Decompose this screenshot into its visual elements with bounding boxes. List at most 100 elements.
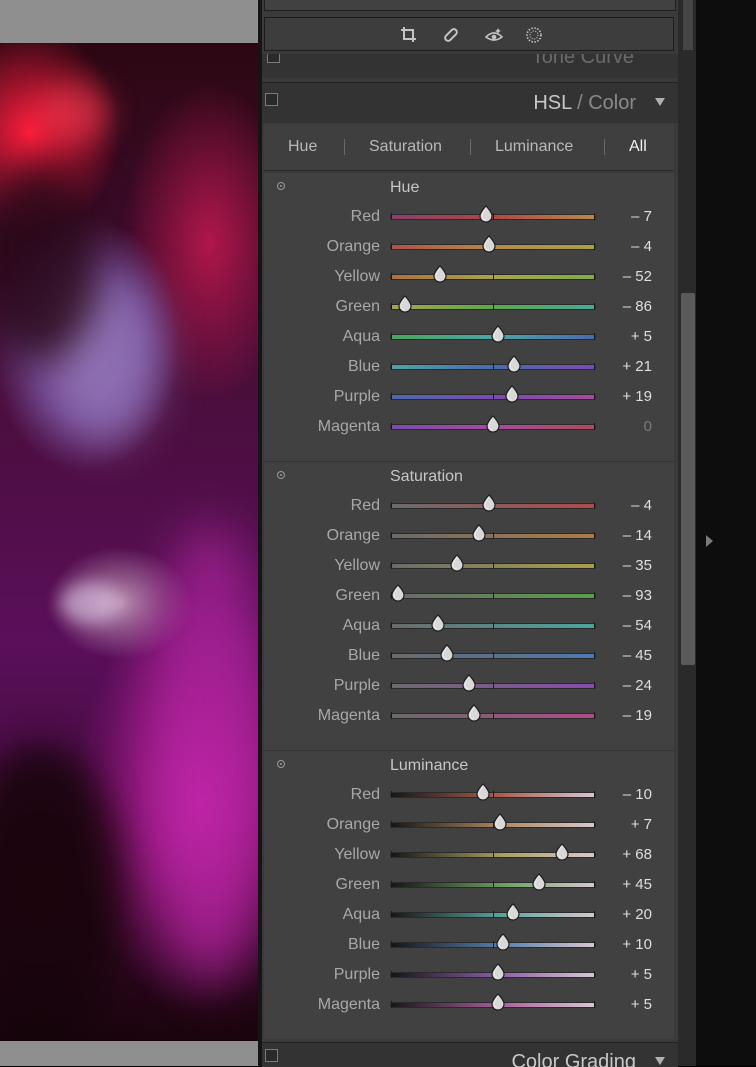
slider-value[interactable]: – 54 (623, 617, 652, 634)
slider-value[interactable]: – 4 (631, 497, 652, 514)
slider-track[interactable] (391, 704, 595, 722)
slider-track[interactable] (391, 963, 595, 981)
tab-luminance[interactable]: Luminance (495, 138, 573, 156)
slider-value[interactable]: – 35 (623, 557, 652, 574)
tab-saturation[interactable]: Saturation (369, 138, 442, 156)
slider-thumb[interactable] (505, 903, 521, 921)
slider-track[interactable] (391, 674, 595, 692)
hsl-tab-title[interactable]: HSL (533, 92, 571, 114)
slider-thumb[interactable] (471, 524, 487, 542)
slider-value[interactable]: – 4 (631, 238, 652, 255)
slider-thumb[interactable] (485, 415, 501, 433)
slider-track[interactable] (391, 355, 595, 373)
slider-thumb[interactable] (397, 295, 413, 313)
hsl-color-header[interactable]: HSL / Color (262, 82, 678, 123)
healing-icon[interactable] (442, 26, 460, 44)
slider-track[interactable] (391, 584, 595, 602)
hsl-tabs: Hue Saturation Luminance All (264, 124, 674, 171)
slider-value[interactable]: – 52 (623, 268, 652, 285)
slider-value[interactable]: – 14 (623, 527, 652, 544)
slider-value[interactable]: + 68 (622, 846, 652, 863)
panel-scrollbar-thumb[interactable] (681, 293, 695, 665)
slider-track[interactable] (391, 554, 595, 572)
photo-preview[interactable] (0, 43, 258, 1041)
slider-track[interactable] (391, 205, 595, 223)
collapse-right-panel-icon[interactable] (706, 535, 713, 547)
slider-thumb[interactable] (430, 614, 446, 632)
slider-thumb[interactable] (475, 783, 491, 801)
slider-thumb[interactable] (531, 873, 547, 891)
slider-track[interactable] (391, 524, 595, 542)
tone-curve-toggle[interactable] (267, 54, 280, 63)
slider-value[interactable]: – 19 (623, 707, 652, 724)
slider-track[interactable] (391, 783, 595, 801)
slider-value[interactable]: 0 (644, 418, 652, 435)
slider-thumb[interactable] (504, 385, 520, 403)
slider-thumb[interactable] (490, 325, 506, 343)
slider-thumb[interactable] (554, 843, 570, 861)
slider-value[interactable]: – 45 (623, 647, 652, 664)
slider-value[interactable]: + 10 (622, 936, 652, 953)
slider-value[interactable]: + 7 (631, 816, 652, 833)
slider-thumb[interactable] (432, 265, 448, 283)
slider-track[interactable] (391, 933, 595, 951)
slider-track[interactable] (391, 235, 595, 253)
slider-track[interactable] (391, 903, 595, 921)
color-grading-header[interactable]: Color Grading (262, 1042, 678, 1067)
slider-value[interactable]: – 24 (623, 677, 652, 694)
slider-thumb[interactable] (481, 494, 497, 512)
slider-track[interactable] (391, 993, 595, 1011)
color-tab-title[interactable]: Color (588, 92, 636, 114)
slider-track[interactable] (391, 494, 595, 512)
slider-thumb[interactable] (490, 963, 506, 981)
slider-tick (391, 791, 392, 798)
masking-icon[interactable] (525, 26, 543, 44)
slider-thumb[interactable] (490, 993, 506, 1011)
tone-curve-header[interactable]: Tone Curve (262, 54, 678, 78)
slider-value[interactable]: + 5 (631, 328, 652, 345)
red-eye-icon[interactable] (484, 26, 504, 44)
slider-track[interactable] (391, 265, 595, 283)
slider-row-aqua: Aqua + 5 (264, 322, 674, 352)
slider-thumb[interactable] (461, 674, 477, 692)
slider-thumb[interactable] (449, 554, 465, 572)
hsl-panel-toggle[interactable] (265, 93, 278, 106)
target-adjustment-icon[interactable] (277, 182, 285, 190)
slider-track[interactable] (391, 873, 595, 891)
slider-track[interactable] (391, 295, 595, 313)
slider-value[interactable]: + 5 (631, 996, 652, 1013)
slider-track[interactable] (391, 813, 595, 831)
crop-icon[interactable] (400, 26, 418, 44)
slider-thumb[interactable] (478, 205, 494, 223)
slider-thumb[interactable] (466, 704, 482, 722)
slider-thumb[interactable] (492, 813, 508, 831)
tab-all[interactable]: All (629, 138, 647, 156)
slider-value[interactable]: – 93 (623, 587, 652, 604)
slider-value[interactable]: + 45 (622, 876, 652, 893)
target-adjustment-icon[interactable] (277, 760, 285, 768)
slider-value[interactable]: – 86 (623, 298, 652, 315)
slider-thumb[interactable] (506, 355, 522, 373)
slider-track[interactable] (391, 644, 595, 662)
color-grading-toggle[interactable] (265, 1049, 278, 1062)
slider-track[interactable] (391, 614, 595, 632)
slider-value[interactable]: + 21 (622, 358, 652, 375)
slider-tick (493, 303, 494, 310)
slider-thumb[interactable] (390, 584, 406, 602)
slider-thumb[interactable] (481, 235, 497, 253)
slider-thumb[interactable] (495, 933, 511, 951)
slider-track[interactable] (391, 385, 595, 403)
slider-value[interactable]: + 5 (631, 966, 652, 983)
slider-track[interactable] (391, 415, 595, 433)
collapse-triangle-icon[interactable] (655, 1057, 665, 1065)
slider-track[interactable] (391, 325, 595, 343)
slider-value[interactable]: – 10 (623, 786, 652, 803)
slider-thumb[interactable] (439, 644, 455, 662)
slider-track[interactable] (391, 843, 595, 861)
slider-value[interactable]: + 20 (622, 906, 652, 923)
slider-value[interactable]: + 19 (622, 388, 652, 405)
collapse-triangle-icon[interactable] (655, 98, 665, 106)
slider-value[interactable]: – 7 (631, 208, 652, 225)
tab-hue[interactable]: Hue (288, 138, 317, 156)
target-adjustment-icon[interactable] (277, 471, 285, 479)
